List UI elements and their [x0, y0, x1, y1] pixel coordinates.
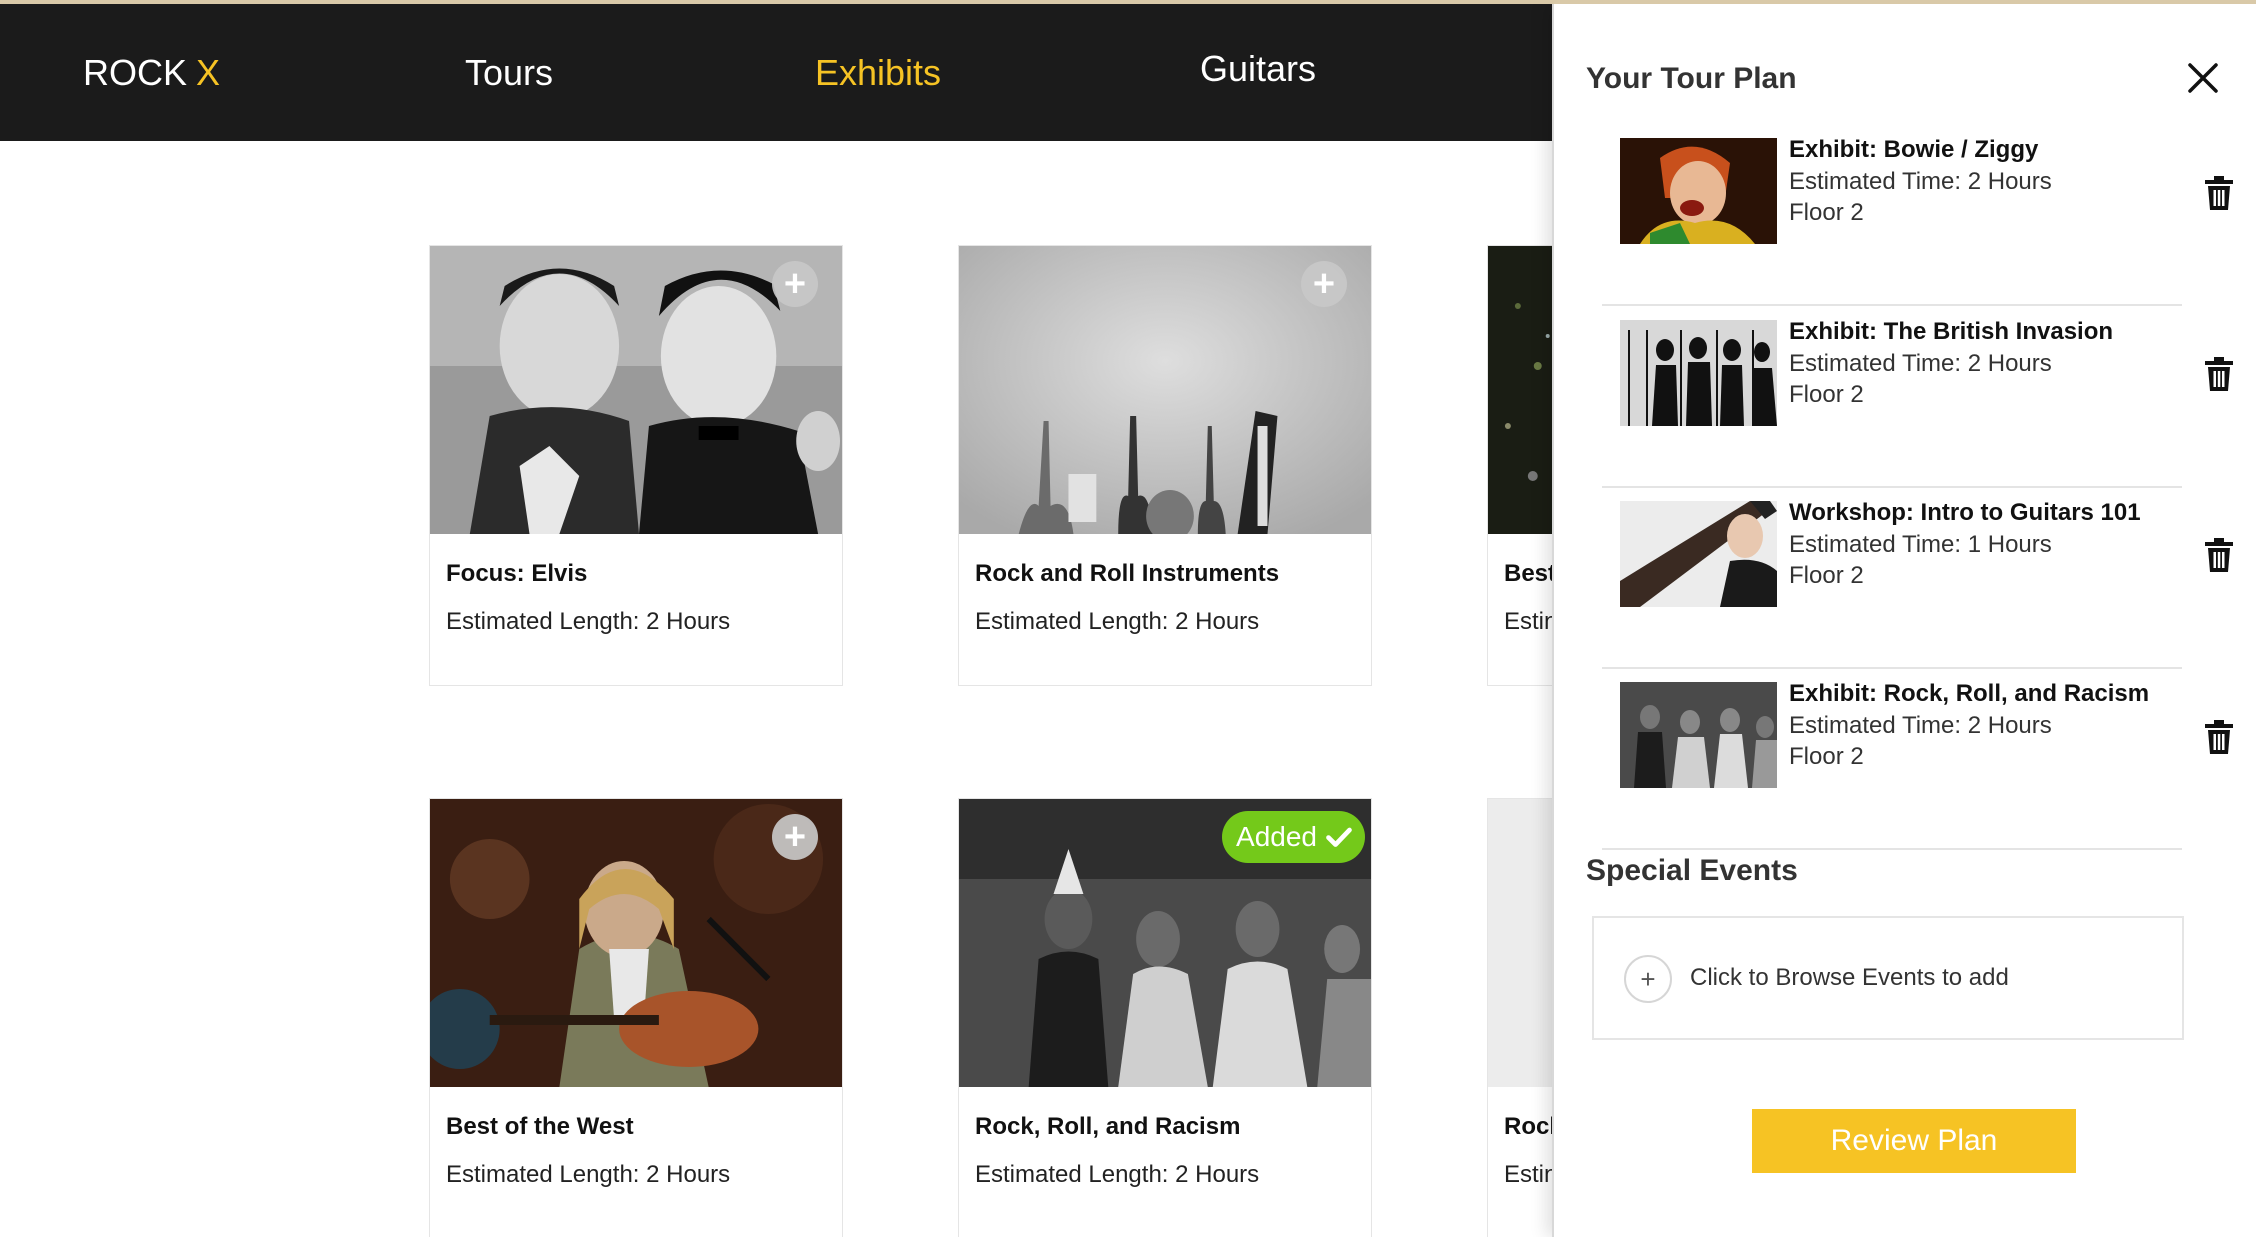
trash-icon — [2205, 720, 2233, 754]
plan-item-time: Estimated Time: 1 Hours — [1789, 531, 2052, 558]
nav-item-exhibits[interactable]: Exhibits — [815, 4, 941, 141]
added-label: Added — [1236, 821, 1317, 852]
logo-accent: X — [196, 51, 221, 93]
card-length: Estimated Length: 2 Hours — [975, 1161, 1260, 1188]
plan-item-time: Estimated Time: 2 Hours — [1789, 168, 2052, 195]
card-title: Focus: Elvis — [446, 560, 588, 587]
card-title: Rock and Roll Instruments — [975, 560, 1280, 587]
plan-item-title: Workshop: Intro to Guitars 101 — [1789, 499, 2141, 526]
trash-icon — [2205, 176, 2233, 210]
tour-plan-drawer: Your Tour Plan Exhibit: Bowie / Ziggy Es… — [1552, 4, 2256, 1237]
review-plan-button[interactable]: Review Plan — [1752, 1109, 2076, 1173]
plus-icon: + — [783, 263, 807, 305]
site-logo[interactable]: ROCK X — [83, 4, 220, 141]
plan-item-title: Exhibit: The British Invasion — [1789, 318, 2114, 345]
plan-item-floor: Floor 2 — [1789, 743, 1864, 770]
plan-item-floor: Floor 2 — [1789, 199, 1864, 226]
nav-item-guitars[interactable]: Guitars — [1200, 0, 1316, 137]
remove-plan-item-button[interactable] — [2204, 538, 2234, 572]
special-events-title: Special Events — [1586, 854, 1798, 887]
plus-icon: + — [1312, 263, 1336, 305]
card-length: Estimated Length: 2 Hours — [975, 608, 1260, 635]
close-button[interactable] — [2184, 59, 2222, 97]
plan-item-time: Estimated Time: 2 Hours — [1789, 350, 2052, 377]
plan-item-floor: Floor 2 — [1789, 562, 1864, 589]
plan-item-thumbnail — [1620, 682, 1777, 788]
remove-plan-item-button[interactable] — [2204, 357, 2234, 391]
plan-item-thumbnail — [1620, 138, 1777, 244]
plan-item: Exhibit: Bowie / Ziggy Estimated Time: 2… — [1602, 128, 2182, 306]
add-to-plan-button[interactable]: + — [772, 814, 818, 860]
navbar: ROCK X Tours Exhibits Guitars — [0, 4, 1560, 141]
add-to-plan-button[interactable]: + — [1301, 261, 1347, 307]
plan-item-thumbnail — [1620, 320, 1777, 426]
exhibit-card-focus-elvis[interactable]: + Focus: Elvis Estimated Length: 2 Hours — [429, 245, 843, 686]
close-icon — [2188, 63, 2218, 93]
plan-item-time: Estimated Time: 2 Hours — [1789, 712, 2052, 739]
plus-icon: + — [783, 816, 807, 858]
card-title: Best — [1504, 560, 1557, 587]
exhibit-card-rock-roll-racism[interactable]: Added Rock, Roll, and Racism Estimated L… — [958, 798, 1372, 1237]
check-icon — [1326, 827, 1352, 847]
nav-item-tours[interactable]: Tours — [465, 4, 553, 141]
drawer-title: Your Tour Plan — [1586, 62, 1797, 95]
logo-text: ROCK — [83, 51, 188, 93]
added-status-button[interactable]: Added — [1222, 811, 1365, 863]
card-length: Estimated Length: 2 Hours — [446, 608, 731, 635]
card-length: Estimated Length: 2 Hours — [446, 1161, 731, 1188]
plan-item: Workshop: Intro to Guitars 101 Estimated… — [1602, 491, 2182, 669]
remove-plan-item-button[interactable] — [2204, 720, 2234, 754]
plan-item: Exhibit: Rock, Roll, and Racism Estimate… — [1602, 672, 2182, 850]
card-title: Best of the West — [446, 1113, 634, 1140]
add-to-plan-button[interactable]: + — [772, 261, 818, 307]
card-length: Estin — [1504, 1161, 1558, 1188]
plan-item-thumbnail — [1620, 501, 1777, 607]
plan-item-title: Exhibit: Bowie / Ziggy — [1789, 136, 2039, 163]
remove-plan-item-button[interactable] — [2204, 176, 2234, 210]
trash-icon — [2205, 357, 2233, 391]
browse-events-button[interactable]: + Click to Browse Events to add — [1592, 916, 2184, 1040]
card-title: Rock, Roll, and Racism — [975, 1113, 1241, 1140]
plan-item-title: Exhibit: Rock, Roll, and Racism — [1789, 680, 2150, 707]
top-border — [0, 0, 2256, 4]
plan-item-floor: Floor 2 — [1789, 381, 1864, 408]
exhibit-card-best-of-the-west[interactable]: + Best of the West Estimated Length: 2 H… — [429, 798, 843, 1237]
card-length: Estin — [1504, 608, 1558, 635]
exhibit-card-instruments[interactable]: + Rock and Roll Instruments Estimated Le… — [958, 245, 1372, 686]
plus-icon: + — [1624, 955, 1672, 1003]
plan-item: Exhibit: The British Invasion Estimated … — [1602, 310, 2182, 488]
trash-icon — [2205, 538, 2233, 572]
browse-events-label: Click to Browse Events to add — [1690, 964, 2009, 991]
